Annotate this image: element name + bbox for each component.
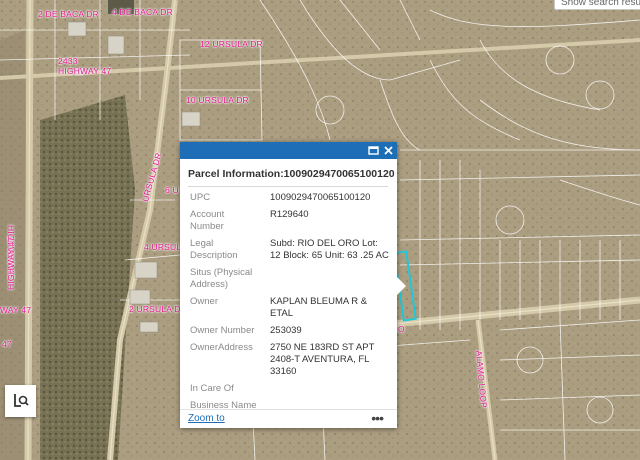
street-label: 10 URSULA DR — [186, 95, 249, 105]
field-label: OwnerAddress — [190, 342, 253, 353]
maximize-icon[interactable] — [367, 144, 380, 157]
locate-button[interactable] — [5, 385, 36, 417]
field-value: R129640 — [270, 209, 309, 220]
street-label: 4 URSUL — [144, 242, 182, 252]
field-row-situs: Situs (Physical Address) — [180, 267, 397, 291]
field-value — [270, 383, 391, 395]
field-label: In Care Of — [190, 383, 234, 394]
street-label: 47 — [2, 339, 12, 349]
street-label: 12 URSULA DR — [200, 39, 263, 49]
field-value: 253039 — [270, 325, 302, 336]
field-row-owner: Owner KAPLAN BLEUMA R & ETAL — [180, 296, 397, 320]
street-label: 2433 HIGHWAY 47 — [58, 56, 112, 76]
popup-content[interactable]: Parcel Information:1009029470065100120 U… — [180, 159, 397, 410]
street-label: 2 URSULA DR — [129, 304, 187, 314]
locate-icon — [12, 392, 30, 415]
street-label: WAY 47 — [0, 305, 32, 315]
popup-footer: Zoom to ••• — [180, 409, 397, 428]
show-search-results-button[interactable]: Show search results — [554, 0, 640, 10]
popup-header — [180, 142, 397, 159]
more-icon[interactable]: ••• — [371, 410, 384, 426]
street-label: 2 DE BACA DR — [38, 9, 99, 19]
field-label: Owner — [190, 296, 218, 307]
street-label: HIGHWAY 47 — [6, 236, 16, 290]
field-row-owner-address: OwnerAddress 2750 NE 183RD ST APT 2408-T… — [180, 342, 397, 378]
zoom-to-link[interactable]: Zoom to — [188, 413, 225, 424]
field-value: KAPLAN BLEUMA R & ETAL — [270, 296, 368, 319]
field-label: Account Number — [190, 209, 225, 232]
field-value — [270, 267, 391, 291]
field-row-account-number: Account Number R129640 — [180, 209, 397, 233]
field-label: UPC — [190, 192, 211, 203]
close-icon[interactable] — [382, 144, 395, 157]
field-label: Owner Number — [190, 325, 255, 336]
field-value: 2750 NE 183RD ST APT 2408-T AVENTURA, FL… — [270, 342, 375, 377]
field-row-in-care-of: In Care Of — [180, 383, 397, 395]
street-label: 6 U — [165, 185, 179, 195]
street-label: 4 DE BACA DR — [112, 7, 173, 17]
parcel-popup: Parcel Information:1009029470065100120 U… — [180, 142, 397, 428]
field-label: Legal Description — [190, 238, 238, 261]
popup-title: Parcel Information:1009029470065100120 — [188, 168, 395, 187]
field-label: Situs (Physical Address) — [190, 267, 253, 290]
field-value: Subd: RIO DEL ORO Lot: 12 Block: 65 Unit… — [270, 238, 389, 261]
field-row-legal-description: Legal Description Subd: RIO DEL ORO Lot:… — [180, 238, 397, 262]
field-row-owner-number: Owner Number 253039 — [180, 325, 397, 337]
popup-pointer — [397, 277, 406, 295]
field-value: 1009029470065100120 — [270, 192, 371, 203]
field-row-upc: UPC 1009029470065100120 — [180, 192, 397, 204]
street-label: O — [398, 324, 405, 334]
